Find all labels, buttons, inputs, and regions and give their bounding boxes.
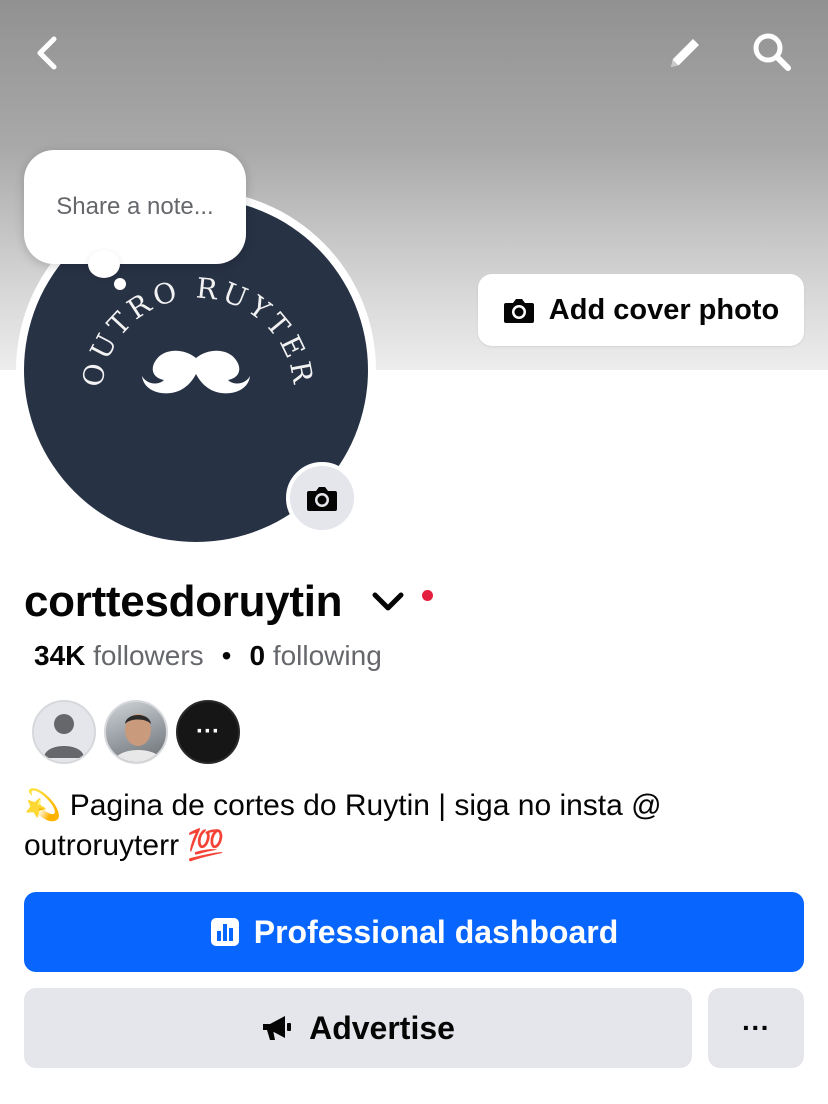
chevron-down-icon [372,592,404,611]
bio-emoji-hundred: 💯 [187,829,225,862]
chevron-left-icon [37,36,57,70]
more-options-button[interactable]: ··· [708,988,804,1068]
back-button[interactable] [22,28,72,78]
friends-avatars: ··· [32,700,240,764]
account-switcher-button[interactable] [370,584,406,620]
change-profile-picture-button[interactable] [286,462,358,534]
search-icon [753,33,791,71]
edit-profile-button[interactable] [660,28,710,78]
search-button[interactable] [746,26,798,78]
default-user-icon [44,714,84,758]
more-friends-label: ··· [196,718,220,745]
friend-photo [114,714,162,762]
megaphone-icon [263,1016,292,1040]
stats-separator: • [221,640,232,671]
professional-dashboard-button[interactable]: Professional dashboard [24,892,804,972]
notification-dot [422,589,434,601]
following-link[interactable]: 0 following [249,640,381,672]
followers-label: followers [93,640,204,671]
note-placeholder: Share a note... [56,193,214,220]
mustache-icon [142,350,250,394]
add-cover-photo-button[interactable]: Add cover photo [478,274,804,346]
pencil-icon [671,39,699,67]
profile-bio: 💫 Pagina de cortes do Ruytin | siga no i… [24,786,804,866]
add-cover-label: Add cover photo [548,293,780,326]
camera-icon [503,299,534,323]
profile-name: corttesdoruytin [24,577,343,626]
profile-name-row: corttesdoruytin [24,574,434,630]
friend-avatar[interactable] [104,700,168,764]
note-bubble-tail [88,250,120,278]
bio-text: Pagina de cortes do Ruytin | siga no ins… [24,789,662,862]
advertise-label: Advertise [309,1009,455,1046]
camera-icon [307,487,337,511]
note-bubble-tail-dot [114,278,126,290]
following-label: following [272,640,382,671]
professional-dashboard-label: Professional dashboard [253,913,619,950]
bio-emoji-dizzy: 💫 [24,789,62,822]
friend-avatar[interactable] [32,700,96,764]
followers-count: 34K [34,640,86,671]
more-options-icon: ··· [742,1012,770,1043]
share-note-bubble[interactable]: Share a note... [24,150,246,264]
advertise-button[interactable]: Advertise [24,988,692,1068]
bar-chart-icon [210,918,239,946]
following-count: 0 [249,640,266,671]
followers-link[interactable]: 34K followers [34,640,204,672]
more-friends-button[interactable]: ··· [176,700,240,764]
follow-stats: 34K followers • 0 following [34,640,382,672]
